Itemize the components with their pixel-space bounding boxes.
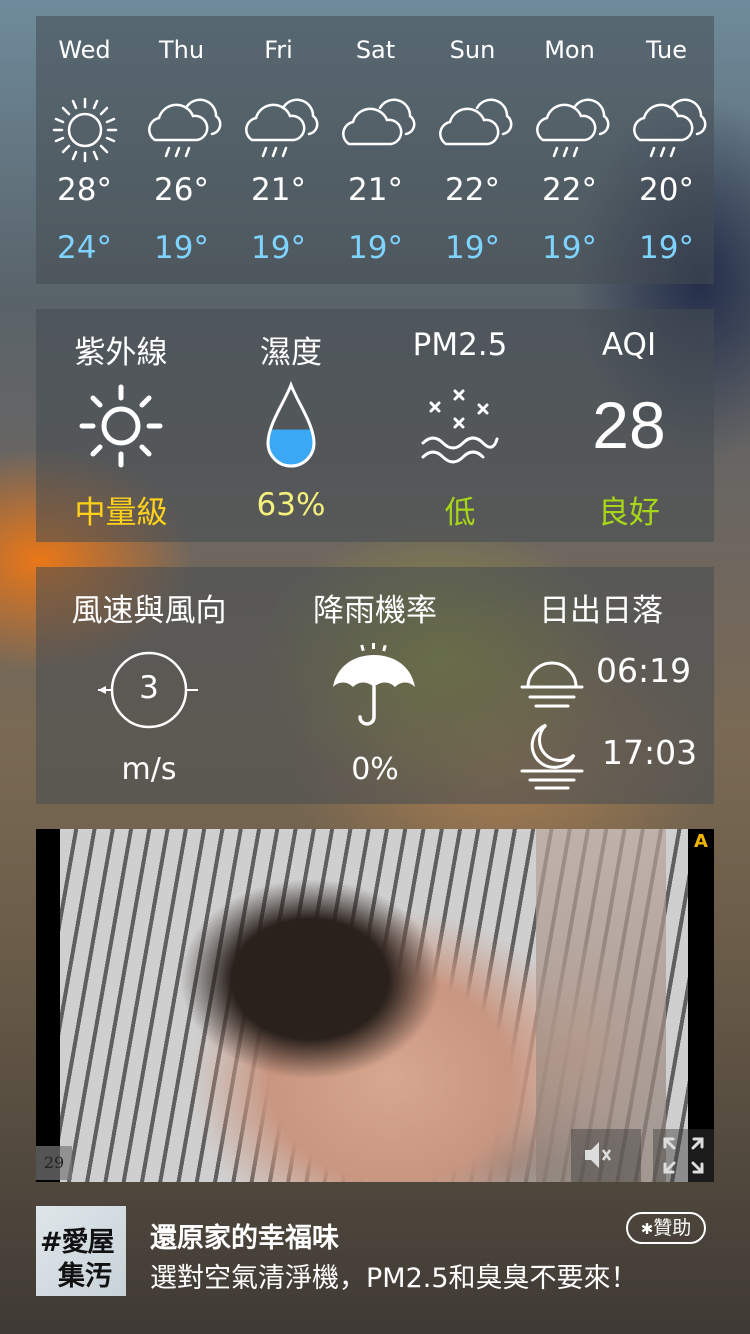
day-name: Thu	[158, 36, 205, 64]
day-name: Sat	[355, 36, 396, 64]
sun-icon	[79, 384, 163, 468]
fullscreen-icon	[663, 1137, 704, 1174]
ad-subtitle[interactable]: 選對空氣清淨機，PM2.5和臭臭不要來！	[150, 1256, 638, 1295]
high-temp: 21°	[251, 172, 306, 208]
sunrise-time: 06:19	[596, 651, 692, 690]
forecast-day[interactable]: Fri 21° 19°	[230, 16, 327, 284]
pm25[interactable]: PM2.5 低	[375, 309, 545, 542]
ad-badge-icon[interactable]: A	[692, 831, 710, 852]
ad-caption[interactable]: #愛屋 集汚 還原家的幸福味 選對空氣清淨機，PM2.5和臭臭不要來！ ✱贊助	[36, 1206, 714, 1298]
humidity-value: 63%	[256, 487, 326, 523]
forecast-day[interactable]: Tue 20° 19°	[618, 16, 715, 284]
ad-countdown: 29	[36, 1146, 72, 1180]
high-temp: 21°	[348, 172, 403, 208]
pm25-label: PM2.5	[412, 327, 508, 363]
ad-video[interactable]: A 29	[36, 829, 714, 1182]
low-temp: 24°	[57, 230, 112, 266]
uv-index[interactable]: 紫外線 中量級	[36, 309, 206, 542]
day-name: Wed	[58, 36, 111, 64]
high-temp: 26°	[154, 172, 209, 208]
aqi[interactable]: AQI 28 良好	[544, 309, 714, 542]
low-temp: 19°	[542, 230, 597, 266]
wind-rain-sun-panel: 風速與風向 3 m/s 降雨機率 0% 日出日落 06:19 17:03	[36, 567, 714, 804]
sunrise-sunset-label: 日出日落	[539, 593, 663, 629]
water-drop-icon	[266, 381, 316, 468]
day-name: Mon	[544, 36, 595, 64]
high-temp: 20°	[639, 172, 694, 208]
fullscreen-button[interactable]	[653, 1129, 714, 1182]
rain-chance-label: 降雨機率	[313, 593, 437, 629]
pm25-value: 低	[444, 495, 476, 531]
humidity[interactable]: 濕度 63%	[206, 309, 376, 542]
low-temp: 19°	[445, 230, 500, 266]
forecast-panel: Wed 28° 24° Thu 26° 19° Fri 21° 19° Sat …	[36, 16, 714, 284]
umbrella-icon[interactable]	[329, 643, 419, 733]
logo-line-2: 集汚	[58, 1261, 112, 1292]
aqi-label: AQI	[601, 327, 657, 363]
forecast-day[interactable]: Sun 22° 19°	[424, 16, 521, 284]
high-temp: 22°	[445, 172, 500, 208]
sponsored-label: 贊助	[653, 1217, 692, 1239]
high-temp: 22°	[542, 172, 597, 208]
advertiser-logo[interactable]: #愛屋 集汚	[36, 1206, 126, 1296]
sponsored-badge[interactable]: ✱贊助	[626, 1212, 706, 1244]
day-name: Fri	[264, 36, 293, 64]
wind-unit: m/s	[121, 752, 177, 787]
humidity-label: 濕度	[260, 335, 322, 371]
forecast-day[interactable]: Sat 21° 19°	[327, 16, 424, 284]
low-temp: 19°	[639, 230, 694, 266]
sunset-moon-icon	[520, 723, 584, 790]
cloud-icon	[342, 98, 416, 146]
sunrise-icon	[520, 661, 584, 708]
forecast-day[interactable]: Thu 26° 19°	[133, 16, 230, 284]
aqi-value: 良好	[598, 495, 660, 531]
uv-label: 紫外線	[74, 335, 168, 371]
aqi-number: 28	[592, 388, 666, 462]
low-temp: 19°	[251, 230, 306, 266]
high-temp: 28°	[57, 172, 112, 208]
wind-speed: 3	[139, 670, 159, 706]
rain-cloud-icon	[148, 98, 222, 158]
lightbulb-icon: ✱	[640, 1220, 654, 1238]
rain-cloud-icon	[536, 98, 610, 158]
rain-cloud-icon	[245, 98, 319, 158]
speaker-muted-icon	[585, 1142, 612, 1168]
haze-icon	[421, 389, 499, 464]
sun-icon	[52, 97, 118, 163]
day-name: Sun	[449, 36, 496, 64]
mute-button[interactable]	[571, 1129, 641, 1182]
sunset-time: 17:03	[602, 733, 698, 772]
uv-value: 中量級	[74, 495, 168, 531]
cloud-icon	[439, 98, 513, 146]
day-name: Tue	[646, 36, 687, 64]
wind-label: 風速與風向	[71, 593, 227, 629]
rain-chance-value: 0%	[351, 752, 399, 787]
air-quality-panel: 紫外線 中量級 濕度 63% PM2.5 低 AQI 28 良好	[36, 309, 714, 542]
rain-cloud-icon	[633, 98, 707, 158]
low-temp: 19°	[154, 230, 209, 266]
forecast-day[interactable]: Wed 28° 24°	[36, 16, 133, 284]
low-temp: 19°	[348, 230, 403, 266]
forecast-day[interactable]: Mon 22° 19°	[521, 16, 618, 284]
ad-title[interactable]: 還原家的幸福味	[150, 1216, 339, 1255]
